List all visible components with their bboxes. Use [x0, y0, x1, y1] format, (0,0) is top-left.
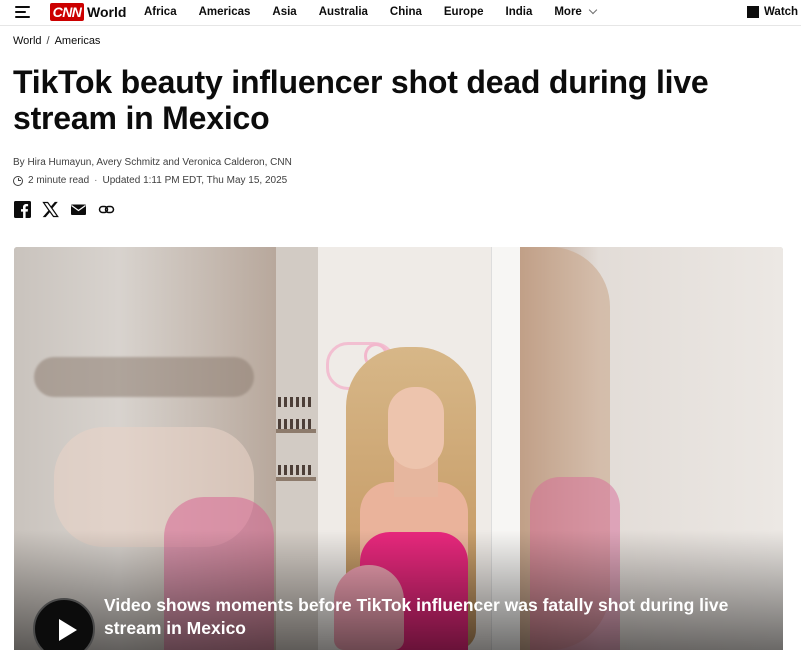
x-icon[interactable] — [42, 201, 59, 218]
article-headline: TikTok beauty influencer shot dead durin… — [13, 64, 709, 136]
nav-link-americas[interactable]: Americas — [199, 6, 251, 18]
section-title[interactable]: World — [87, 4, 126, 20]
clock-icon — [13, 175, 23, 186]
watch-button[interactable]: Watch — [747, 6, 798, 18]
nav-link-asia[interactable]: Asia — [272, 6, 296, 18]
email-icon[interactable] — [70, 201, 87, 218]
nav-more-label: More — [554, 6, 582, 18]
share-bar — [14, 201, 115, 218]
video-player[interactable]: Video shows moments before TikTok influe… — [14, 247, 783, 650]
cnn-logo[interactable]: CNN — [50, 3, 84, 21]
updated-timestamp: Updated 1:11 PM EDT, Thu May 15, 2025 — [102, 175, 288, 186]
article-meta: 2 minute read · Updated 1:11 PM EDT, Thu… — [13, 175, 287, 186]
breadcrumb-separator: / — [46, 35, 50, 47]
link-icon[interactable] — [98, 201, 115, 218]
meta-separator: · — [94, 175, 98, 186]
read-time: 2 minute read — [28, 175, 90, 186]
nav-link-australia[interactable]: Australia — [319, 6, 368, 18]
menu-icon[interactable] — [15, 6, 30, 18]
chevron-down-icon — [588, 5, 598, 15]
top-navigation: CNN World Africa Americas Asia Australia… — [0, 0, 801, 26]
article-byline: By Hira Humayun, Avery Schmitz and Veron… — [13, 157, 292, 168]
breadcrumb-americas[interactable]: Americas — [55, 35, 101, 47]
nav-link-africa[interactable]: Africa — [144, 6, 177, 18]
watch-label: Watch — [764, 6, 799, 18]
nav-more-button[interactable]: More — [554, 5, 598, 18]
nav-link-europe[interactable]: Europe — [444, 6, 484, 18]
nav-link-china[interactable]: China — [390, 6, 422, 18]
facebook-icon[interactable] — [14, 201, 31, 218]
video-caption[interactable]: Video shows moments before TikTok influe… — [104, 594, 754, 640]
breadcrumb-world[interactable]: World — [13, 35, 42, 47]
section-nav: Africa Americas Asia Australia China Eur… — [144, 5, 618, 18]
video-person-face — [388, 387, 444, 469]
nav-link-india[interactable]: India — [506, 6, 533, 18]
watch-icon — [747, 6, 759, 18]
breadcrumb: World / Americas — [13, 35, 100, 47]
